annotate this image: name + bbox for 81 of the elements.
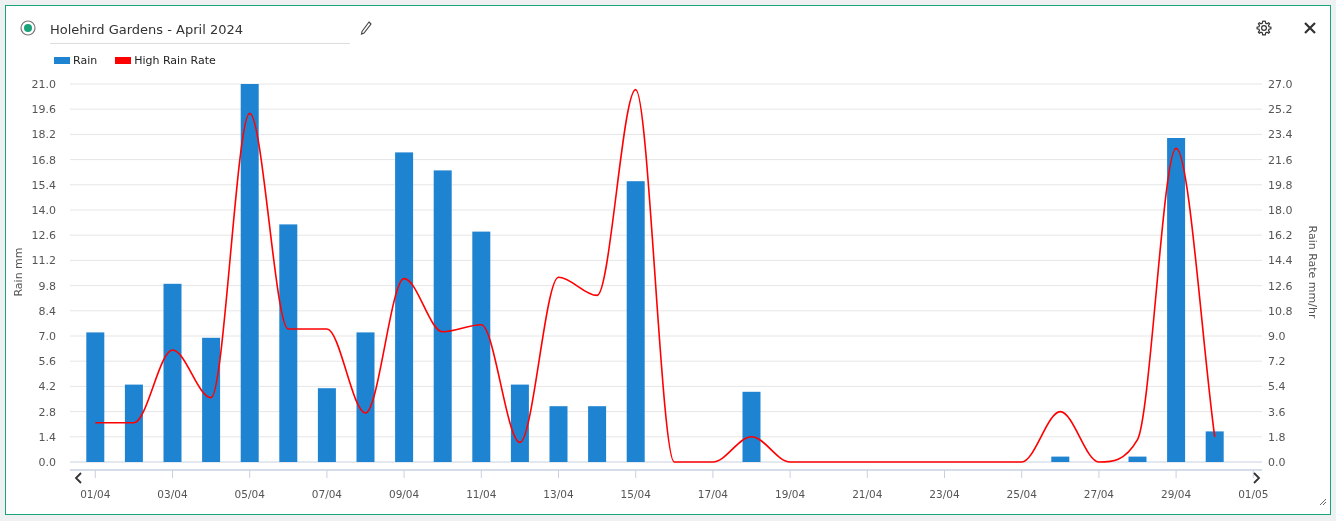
rain-bar[interactable] (1128, 456, 1147, 462)
axis-tick-label: 15/04 (620, 488, 651, 500)
axis-tick-label: 27/04 (1083, 488, 1115, 500)
axis-tick-label: 3.6 (1268, 405, 1286, 419)
axis-tick-label: 21.6 (1268, 153, 1293, 167)
axis-tick-label: 7.0 (38, 330, 56, 343)
axis-tick-label: 16.2 (1268, 229, 1293, 243)
axis-tick-label: 19.8 (1268, 178, 1293, 192)
axis-tick-label: 2.8 (38, 405, 56, 419)
rain-bar[interactable] (86, 332, 105, 462)
rain-bar[interactable] (240, 84, 259, 462)
axis-tick-label: 12.6 (1268, 279, 1293, 293)
axis-tick-label: 05/04 (234, 488, 265, 500)
axis-tick-label: 0.0 (1268, 456, 1286, 469)
rain-bar[interactable] (1051, 456, 1070, 462)
rain-bar[interactable] (588, 406, 607, 462)
axis-tick-label: 18.0 (1268, 204, 1293, 217)
axis-tick-label: 01/04 (80, 488, 111, 500)
axis-tick-label: 21.0 (31, 78, 56, 91)
close-icon (1304, 22, 1316, 34)
title-field[interactable]: Holehird Gardens - April 2024 (50, 12, 350, 44)
axis-tick-label: 23.4 (1268, 128, 1293, 142)
close-button[interactable] (1304, 22, 1316, 34)
axis-tick-label: 7.2 (1268, 355, 1286, 369)
rain-bar[interactable] (395, 152, 414, 462)
axis-tick-label: 11/04 (466, 488, 497, 500)
rain-bar[interactable] (472, 231, 491, 462)
rain-bar[interactable] (626, 181, 645, 462)
scroll-right-button[interactable] (1253, 472, 1261, 484)
axis-title: Rain mm (12, 247, 25, 297)
axis-tick-label: 12.6 (31, 229, 56, 243)
settings-icon (1256, 20, 1272, 36)
axis-tick-label: 18.2 (31, 128, 56, 142)
axis-tick-label: 13/04 (543, 488, 574, 500)
legend-label[interactable]: High Rain Rate (134, 53, 216, 67)
axis-tick-label: 14.0 (31, 204, 56, 217)
axis-tick-label: 25/04 (1006, 488, 1037, 500)
axis-tick-label: 15.4 (31, 178, 56, 192)
axis-tick-label: 19.6 (31, 103, 56, 117)
rain-bar[interactable] (124, 384, 143, 462)
rain-bar[interactable] (1167, 138, 1186, 462)
pencil-icon (360, 21, 372, 35)
axis-tick-label: 21/04 (852, 488, 883, 500)
axis-tick-label: 17/04 (697, 488, 729, 500)
axis-tick-label: 07/04 (311, 488, 343, 500)
rain-bar[interactable] (742, 391, 761, 462)
settings-button[interactable] (1256, 20, 1272, 36)
legend-label[interactable]: Rain (73, 53, 98, 67)
rain-bar[interactable] (279, 224, 298, 462)
rain-bar[interactable] (1205, 431, 1224, 462)
rain-bar[interactable] (433, 170, 452, 462)
axis-tick-label: 5.4 (1268, 380, 1286, 394)
radio-button[interactable] (20, 20, 36, 36)
axis-tick-label: 29/04 (1160, 488, 1192, 500)
rain-bar[interactable] (202, 337, 221, 462)
axis-tick-label: 16.8 (31, 153, 56, 167)
axis-tick-label: 11.2 (31, 254, 56, 268)
axis-title: Rain Rate mm/hr (1306, 225, 1319, 319)
rain-bar[interactable] (317, 388, 336, 462)
axis-tick-label: 1.4 (38, 430, 56, 444)
axis-tick-label: 09/04 (388, 488, 420, 500)
axis-tick-label: 4.2 (38, 380, 56, 394)
axis-tick-label: 03/04 (157, 488, 188, 500)
axis-tick-label: 9.0 (1268, 330, 1286, 343)
scroll-left-button[interactable] (74, 472, 82, 484)
resize-grip-icon[interactable] (1319, 498, 1327, 506)
axis-tick-label: 01/05 (1238, 488, 1269, 500)
axis-tick-label: 19/04 (774, 488, 806, 500)
axis-tick-label: 0.0 (38, 456, 56, 469)
axis-tick-label: 14.4 (1268, 254, 1293, 268)
edit-button[interactable] (360, 21, 372, 35)
axis-tick-label: 27.0 (1268, 78, 1293, 91)
axis-tick-label: 23/04 (929, 488, 960, 500)
rain-bar[interactable] (356, 332, 375, 462)
axis-tick-label: 8.4 (38, 304, 56, 318)
axis-tick-label: 9.8 (38, 279, 56, 293)
axis-tick-label: 25.2 (1268, 103, 1293, 117)
axis-tick-label: 1.8 (1268, 430, 1286, 444)
rain-bar[interactable] (510, 384, 529, 462)
axis-tick-label: 5.6 (38, 355, 56, 369)
axis-tick-label: 10.8 (1268, 304, 1293, 318)
